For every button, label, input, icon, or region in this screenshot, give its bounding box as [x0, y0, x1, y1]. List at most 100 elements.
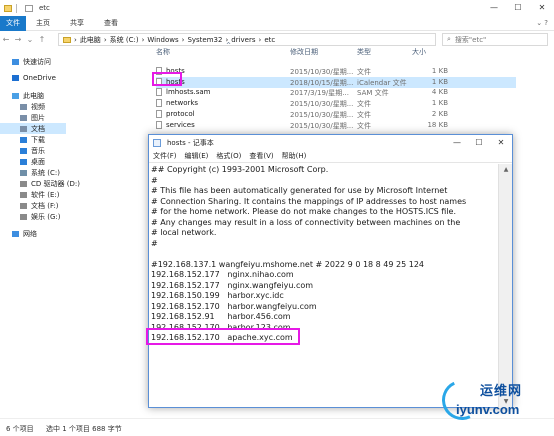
file-row[interactable]: hosts 2018/10/15/星期... iCalendar 文件 1 KB [156, 76, 516, 88]
sidebar-item-label: 网络 [23, 229, 37, 238]
file-icon [156, 109, 162, 118]
file-type: iCalendar 文件 [357, 78, 407, 87]
search-icon: ⌕ [447, 35, 451, 43]
file-type: 文件 [357, 100, 371, 109]
sidebar-item[interactable]: 视频 [0, 101, 66, 112]
tab-file[interactable]: 文件 [0, 15, 26, 31]
notepad-maximize-button[interactable]: ☐ [468, 135, 490, 151]
network-icon [12, 230, 19, 237]
file-row[interactable]: lmhosts.sam 2017/3/19/星期... SAM 文件 4 KB [156, 87, 516, 98]
text-line: # [151, 238, 158, 248]
sidebar-item-label: 视频 [31, 102, 45, 111]
file-date: 2015/10/30/星期... [290, 68, 354, 76]
up-button[interactable]: ↑ [36, 35, 48, 44]
notepad-vertical-scrollbar[interactable]: ▲ ▼ [498, 164, 512, 408]
quick-access-toolbar-icon[interactable] [25, 4, 33, 12]
menu-view[interactable]: 查看(V) [245, 151, 277, 162]
text-line: # local network. [151, 228, 217, 237]
tab-home[interactable]: 主页 [26, 16, 60, 31]
sidebar-item-label: 系统 (C:) [31, 168, 60, 177]
file-date: 2015/10/30/星期... [290, 100, 354, 109]
sidebar-item[interactable]: 音乐 [0, 145, 66, 156]
file-name: services [166, 120, 195, 129]
notepad-minimize-button[interactable]: — [446, 135, 468, 151]
back-button[interactable]: ← [0, 35, 12, 44]
file-icon [156, 120, 162, 129]
menu-format[interactable]: 格式(O) [212, 151, 245, 162]
menu-help[interactable]: 帮助(H) [278, 151, 311, 162]
sidebar-item[interactable]: 快速访问 [0, 56, 66, 67]
text-line: 192.168.152.170 harbor.wangfeiyu.com [151, 301, 317, 311]
column-size[interactable]: 大小 [412, 47, 426, 57]
file-size: 4 KB [431, 88, 448, 97]
folder-icon [4, 4, 12, 12]
sidebar-item[interactable]: 系统 (C:) [0, 167, 66, 178]
sidebar-item-label: 下载 [31, 135, 45, 144]
sidebar-item[interactable]: 软件 (E:) [0, 189, 66, 200]
breadcrumb-sep: › [103, 35, 107, 44]
menu-edit[interactable]: 编辑(E) [181, 151, 213, 162]
cloud-icon [12, 74, 19, 81]
item-count: 6 个项目 [6, 425, 34, 433]
recent-locations-button[interactable]: ⌄ [24, 35, 36, 44]
sidebar-item[interactable]: 文档 [0, 123, 66, 134]
file-size: 1 KB [431, 99, 448, 108]
column-type[interactable]: 类型 [357, 47, 371, 57]
breadcrumb-system32[interactable]: System32 [187, 36, 222, 44]
sidebar-item[interactable]: CD 驱动器 (D:) [0, 178, 80, 189]
sidebar-item[interactable]: 桌面 [0, 156, 66, 167]
sidebar-item[interactable]: 娱乐 (G:) [0, 211, 66, 222]
search-placeholder: 搜索"etc" [454, 35, 487, 44]
sidebar-item[interactable]: OneDrive [0, 72, 66, 83]
breadcrumb-this-pc[interactable]: 此电脑 [80, 35, 101, 45]
text-line: 192.168.150.199 harbor.xyc.idc [151, 291, 284, 300]
explorer-titlebar: etc — ☐ ✕ [0, 0, 554, 16]
file-row[interactable]: protocol 2015/10/30/星期... 文件 2 KB [156, 109, 516, 120]
breadcrumb-drivers[interactable]: drivers [231, 36, 255, 44]
music-icon [20, 147, 27, 154]
sidebar-item-label: 娱乐 (G:) [31, 212, 61, 221]
folder-icon [63, 36, 71, 43]
minimize-button[interactable]: — [482, 0, 506, 16]
notepad-close-button[interactable]: ✕ [490, 135, 512, 151]
window-title: etc [39, 4, 50, 12]
close-button[interactable]: ✕ [530, 0, 554, 16]
file-date: 2017/3/19/星期... [290, 89, 349, 98]
drive-icon [20, 169, 27, 176]
navigation-pane: 快速访问 OneDrive 此电脑 视频 图片 文档 下载 音乐 桌面 系统 (C:) CD 驱动器… [0, 52, 80, 412]
text-line: # Connection Sharing. It contains the ma… [151, 196, 467, 206]
video-icon [20, 103, 27, 110]
file-type: 文件 [357, 68, 371, 76]
tab-share[interactable]: 共享 [60, 16, 94, 31]
notepad-menubar: 文件(F) 编辑(E) 格式(O) 查看(V) 帮助(H) [149, 151, 512, 163]
breadcrumb-system-c[interactable]: 系统 (C:) [110, 35, 139, 45]
scroll-up-icon[interactable]: ▲ [499, 164, 513, 176]
tab-view[interactable]: 查看 [94, 16, 128, 31]
file-row[interactable]: hosts 2015/10/30/星期... 文件 1 KB [156, 66, 516, 77]
menu-file[interactable]: 文件(F) [149, 151, 181, 162]
file-size: 18 KB [427, 120, 448, 129]
file-row[interactable]: services 2015/10/30/星期... 文件 18 KB [156, 120, 516, 131]
text-line: 192.168.152.91 harbor.456.com [151, 312, 291, 321]
file-date: 2015/10/30/星期... [290, 121, 354, 130]
star-icon [12, 58, 19, 65]
breadcrumb-sep: › [258, 35, 262, 44]
notepad-titlebar: hosts - 记事本 — ☐ ✕ [149, 135, 512, 151]
sidebar-item[interactable]: 网络 [0, 228, 66, 239]
sidebar-item[interactable]: 图片 [0, 112, 66, 123]
sidebar-item[interactable]: 此电脑 [0, 90, 66, 101]
sidebar-item[interactable]: 下载 [0, 134, 66, 145]
desktop-icon [20, 158, 27, 165]
sidebar-item[interactable]: 文档 (F:) [0, 200, 66, 211]
column-name[interactable]: 名称 [156, 47, 170, 57]
column-date[interactable]: 修改日期 [290, 47, 318, 57]
breadcrumb-windows[interactable]: Windows [147, 36, 178, 44]
document-icon [20, 125, 27, 132]
notepad-text-area[interactable]: ## Copyright (c) 1993-2001 Microsoft Cor… [151, 165, 496, 407]
breadcrumb-etc[interactable]: etc [264, 36, 275, 44]
window-controls: — ☐ ✕ [482, 0, 554, 16]
file-row[interactable]: networks 2015/10/30/星期... 文件 1 KB [156, 98, 516, 109]
maximize-button[interactable]: ☐ [506, 0, 530, 16]
ribbon-expand-help[interactable]: ⌄ ? [536, 19, 548, 27]
forward-button[interactable]: → [12, 35, 24, 44]
